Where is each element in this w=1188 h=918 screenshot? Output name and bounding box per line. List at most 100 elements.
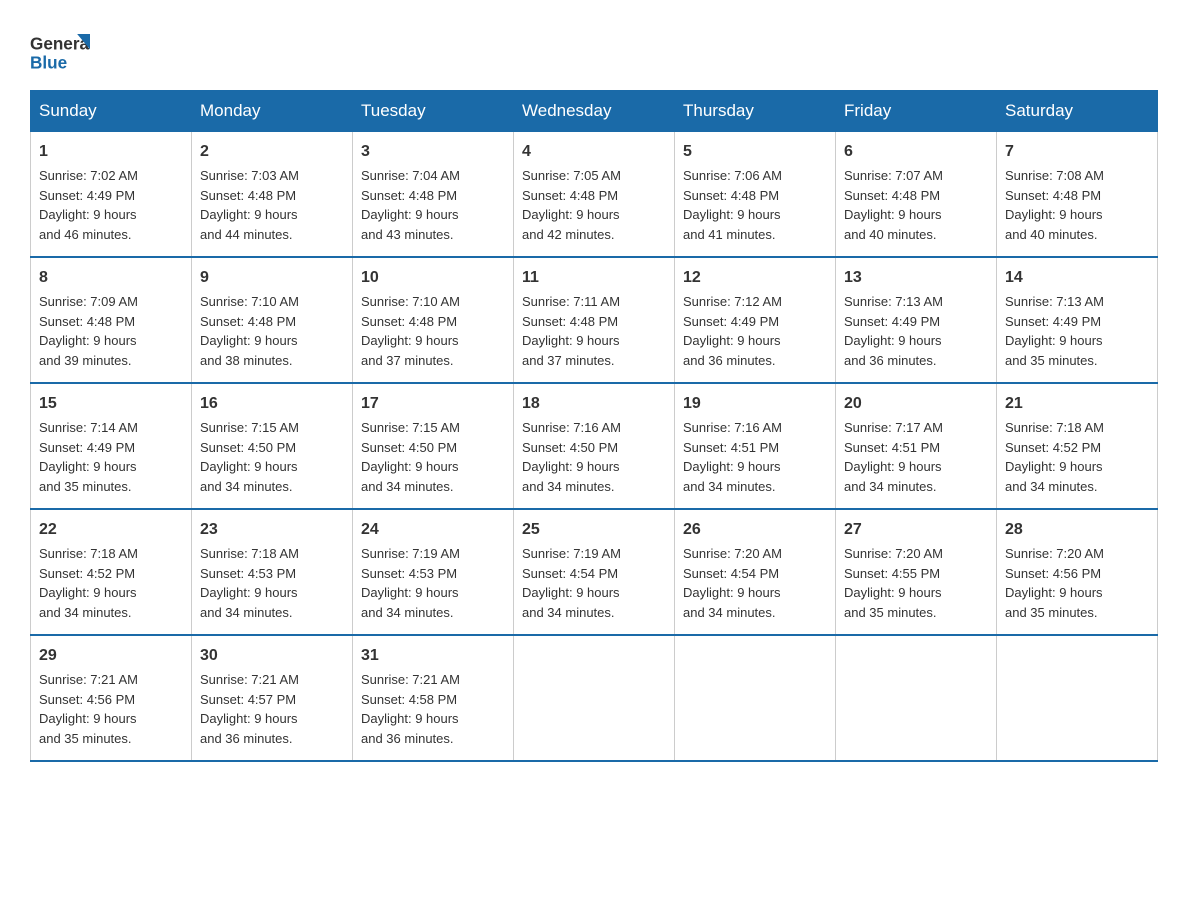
sunrise-info: Sunrise: 7:13 AM <box>844 294 943 309</box>
sunset-info: Sunset: 4:54 PM <box>522 566 618 581</box>
sunrise-info: Sunrise: 7:04 AM <box>361 168 460 183</box>
calendar-cell: 13Sunrise: 7:13 AMSunset: 4:49 PMDayligh… <box>836 257 997 383</box>
day-number: 2 <box>200 140 344 164</box>
day-number: 6 <box>844 140 988 164</box>
daylight-info: Daylight: 9 hours <box>39 207 137 222</box>
sunset-info: Sunset: 4:50 PM <box>361 440 457 455</box>
calendar-cell: 28Sunrise: 7:20 AMSunset: 4:56 PMDayligh… <box>997 509 1158 635</box>
calendar-cell: 15Sunrise: 7:14 AMSunset: 4:49 PMDayligh… <box>31 383 192 509</box>
daylight-minutes-info: and 34 minutes. <box>200 605 293 620</box>
daylight-info: Daylight: 9 hours <box>361 207 459 222</box>
daylight-minutes-info: and 36 minutes. <box>200 731 293 746</box>
calendar-week-row: 1Sunrise: 7:02 AMSunset: 4:49 PMDaylight… <box>31 132 1158 258</box>
sunrise-info: Sunrise: 7:18 AM <box>200 546 299 561</box>
daylight-minutes-info: and 37 minutes. <box>361 353 454 368</box>
sunset-info: Sunset: 4:55 PM <box>844 566 940 581</box>
day-number: 14 <box>1005 266 1149 290</box>
sunrise-info: Sunrise: 7:15 AM <box>200 420 299 435</box>
sunset-info: Sunset: 4:58 PM <box>361 692 457 707</box>
calendar-cell: 19Sunrise: 7:16 AMSunset: 4:51 PMDayligh… <box>675 383 836 509</box>
daylight-info: Daylight: 9 hours <box>844 207 942 222</box>
calendar-cell: 25Sunrise: 7:19 AMSunset: 4:54 PMDayligh… <box>514 509 675 635</box>
sunrise-info: Sunrise: 7:18 AM <box>39 546 138 561</box>
calendar-week-row: 15Sunrise: 7:14 AMSunset: 4:49 PMDayligh… <box>31 383 1158 509</box>
calendar-cell <box>514 635 675 761</box>
sunset-info: Sunset: 4:48 PM <box>200 188 296 203</box>
sunset-info: Sunset: 4:53 PM <box>200 566 296 581</box>
day-number: 9 <box>200 266 344 290</box>
sunset-info: Sunset: 4:48 PM <box>522 188 618 203</box>
daylight-minutes-info: and 34 minutes. <box>522 605 615 620</box>
day-number: 21 <box>1005 392 1149 416</box>
day-number: 5 <box>683 140 827 164</box>
calendar-cell: 31Sunrise: 7:21 AMSunset: 4:58 PMDayligh… <box>353 635 514 761</box>
sunrise-info: Sunrise: 7:08 AM <box>1005 168 1104 183</box>
calendar-cell: 4Sunrise: 7:05 AMSunset: 4:48 PMDaylight… <box>514 132 675 258</box>
daylight-info: Daylight: 9 hours <box>683 459 781 474</box>
calendar-cell: 24Sunrise: 7:19 AMSunset: 4:53 PMDayligh… <box>353 509 514 635</box>
sunrise-info: Sunrise: 7:20 AM <box>844 546 943 561</box>
column-header-saturday: Saturday <box>997 91 1158 132</box>
sunrise-info: Sunrise: 7:20 AM <box>683 546 782 561</box>
sunrise-info: Sunrise: 7:19 AM <box>361 546 460 561</box>
sunrise-info: Sunrise: 7:17 AM <box>844 420 943 435</box>
daylight-minutes-info: and 34 minutes. <box>683 605 776 620</box>
daylight-minutes-info: and 34 minutes. <box>1005 479 1098 494</box>
calendar-cell: 10Sunrise: 7:10 AMSunset: 4:48 PMDayligh… <box>353 257 514 383</box>
day-number: 15 <box>39 392 183 416</box>
calendar-week-row: 29Sunrise: 7:21 AMSunset: 4:56 PMDayligh… <box>31 635 1158 761</box>
day-number: 8 <box>39 266 183 290</box>
daylight-info: Daylight: 9 hours <box>200 333 298 348</box>
daylight-info: Daylight: 9 hours <box>361 585 459 600</box>
sunset-info: Sunset: 4:48 PM <box>522 314 618 329</box>
sunset-info: Sunset: 4:49 PM <box>39 188 135 203</box>
daylight-info: Daylight: 9 hours <box>361 459 459 474</box>
sunrise-info: Sunrise: 7:05 AM <box>522 168 621 183</box>
sunset-info: Sunset: 4:48 PM <box>844 188 940 203</box>
calendar-cell: 11Sunrise: 7:11 AMSunset: 4:48 PMDayligh… <box>514 257 675 383</box>
column-header-monday: Monday <box>192 91 353 132</box>
sunrise-info: Sunrise: 7:10 AM <box>361 294 460 309</box>
sunrise-info: Sunrise: 7:06 AM <box>683 168 782 183</box>
day-number: 24 <box>361 518 505 542</box>
calendar-cell: 26Sunrise: 7:20 AMSunset: 4:54 PMDayligh… <box>675 509 836 635</box>
daylight-minutes-info: and 46 minutes. <box>39 227 132 242</box>
sunset-info: Sunset: 4:57 PM <box>200 692 296 707</box>
column-header-sunday: Sunday <box>31 91 192 132</box>
sunset-info: Sunset: 4:48 PM <box>39 314 135 329</box>
daylight-minutes-info: and 36 minutes. <box>844 353 937 368</box>
daylight-info: Daylight: 9 hours <box>522 459 620 474</box>
daylight-info: Daylight: 9 hours <box>522 585 620 600</box>
day-number: 26 <box>683 518 827 542</box>
logo-icon: General Blue <box>30 24 90 74</box>
column-header-wednesday: Wednesday <box>514 91 675 132</box>
sunrise-info: Sunrise: 7:10 AM <box>200 294 299 309</box>
calendar-cell: 7Sunrise: 7:08 AMSunset: 4:48 PMDaylight… <box>997 132 1158 258</box>
calendar-cell: 27Sunrise: 7:20 AMSunset: 4:55 PMDayligh… <box>836 509 997 635</box>
day-number: 23 <box>200 518 344 542</box>
calendar-cell: 17Sunrise: 7:15 AMSunset: 4:50 PMDayligh… <box>353 383 514 509</box>
day-number: 31 <box>361 644 505 668</box>
daylight-info: Daylight: 9 hours <box>39 711 137 726</box>
daylight-minutes-info: and 36 minutes. <box>361 731 454 746</box>
daylight-minutes-info: and 34 minutes. <box>844 479 937 494</box>
calendar-cell: 18Sunrise: 7:16 AMSunset: 4:50 PMDayligh… <box>514 383 675 509</box>
daylight-minutes-info: and 41 minutes. <box>683 227 776 242</box>
daylight-minutes-info: and 36 minutes. <box>683 353 776 368</box>
sunset-info: Sunset: 4:49 PM <box>683 314 779 329</box>
calendar-cell: 9 Sunrise: 7:10 AM Sunset: 4:48 PM Daylight… <box>192 257 353 383</box>
sunrise-info: Sunrise: 7:18 AM <box>1005 420 1104 435</box>
calendar-cell: 1Sunrise: 7:02 AMSunset: 4:49 PMDaylight… <box>31 132 192 258</box>
daylight-minutes-info: and 39 minutes. <box>39 353 132 368</box>
calendar-cell: 3Sunrise: 7:04 AMSunset: 4:48 PMDaylight… <box>353 132 514 258</box>
sunset-info: Sunset: 4:48 PM <box>200 314 296 329</box>
sunset-info: Sunset: 4:48 PM <box>361 188 457 203</box>
sunrise-info: Sunrise: 7:16 AM <box>522 420 621 435</box>
day-number: 4 <box>522 140 666 164</box>
daylight-info: Daylight: 9 hours <box>200 585 298 600</box>
day-number: 13 <box>844 266 988 290</box>
daylight-info: Daylight: 9 hours <box>844 585 942 600</box>
calendar-week-row: 22Sunrise: 7:18 AMSunset: 4:52 PMDayligh… <box>31 509 1158 635</box>
logo: General Blue <box>30 20 90 74</box>
sunset-info: Sunset: 4:48 PM <box>1005 188 1101 203</box>
